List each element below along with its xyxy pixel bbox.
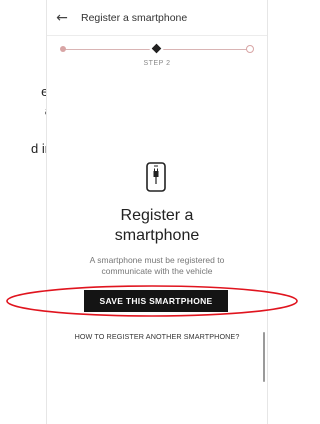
page-title: Register a smartphone [81, 11, 188, 24]
step-2-current-marker [148, 40, 165, 57]
app-header: ← Register a smartphone [47, 0, 267, 36]
partial-text-line: a [0, 101, 52, 120]
partial-text-line: t [0, 120, 52, 139]
partial-text-line: d in [31, 141, 52, 156]
step-progress: STEP 2 [57, 40, 257, 70]
scrollbar[interactable] [263, 332, 265, 382]
partial-text-line: e. [0, 82, 52, 101]
back-arrow-icon[interactable]: ← [49, 10, 75, 26]
description-line1: A smartphone must be registered to [89, 255, 225, 265]
smartphone-charging-icon [146, 162, 166, 192]
description-line2: communicate with the vehicle [101, 266, 213, 276]
register-another-link[interactable]: HOW TO REGISTER ANOTHER SMARTPHONE? [47, 332, 267, 341]
phone-screen: ← Register a smartphone STEP 2 Register … [46, 0, 268, 424]
register-heading-line2: smartphone [114, 227, 200, 244]
step-label: STEP 2 [143, 60, 171, 67]
register-heading-line1: Register a [120, 207, 194, 224]
register-heading: Register a smartphone [47, 206, 267, 246]
save-smartphone-button[interactable]: SAVE THIS SMARTPHONE [84, 290, 228, 312]
register-description: A smartphone must be registered to commu… [59, 255, 255, 277]
background-partial-text: e. a t d in [0, 82, 52, 158]
step-3-dot [246, 45, 254, 53]
step-1-dot [60, 46, 66, 52]
